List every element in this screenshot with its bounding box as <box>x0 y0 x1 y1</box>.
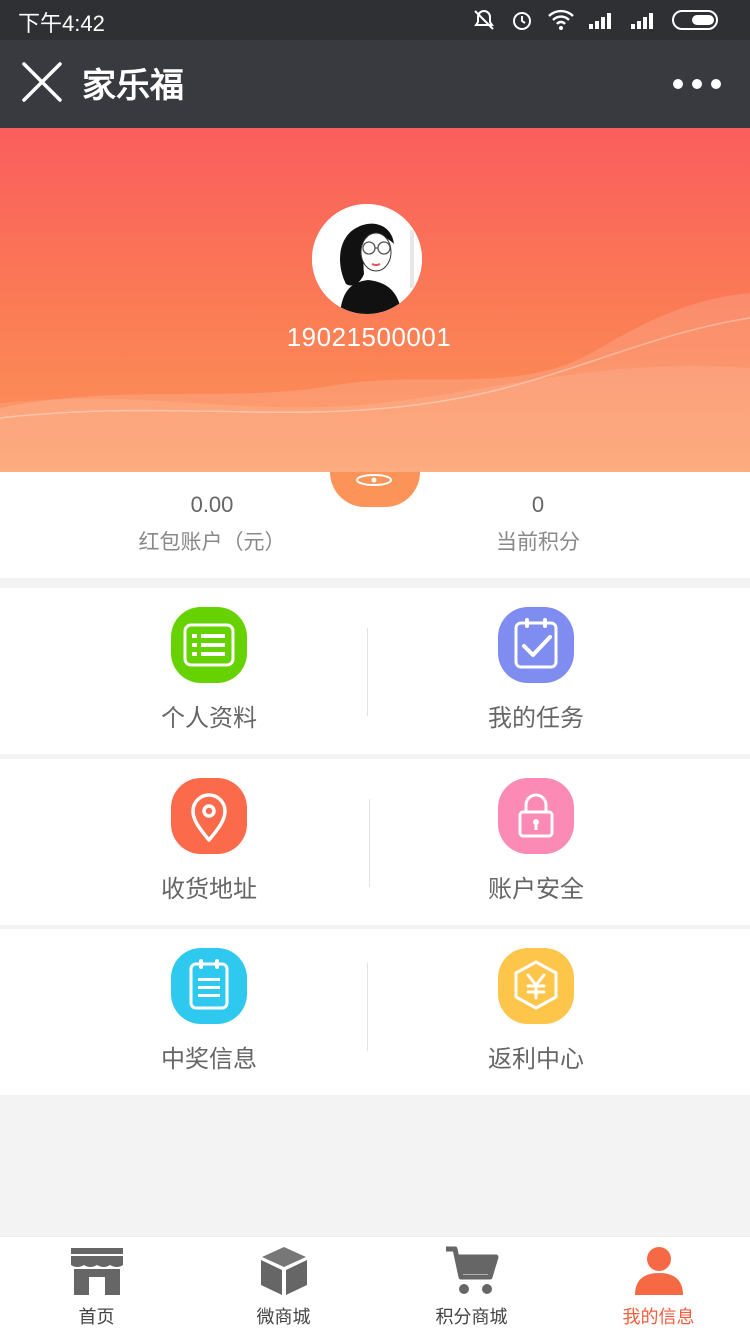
status-icons <box>472 8 722 32</box>
avatar[interactable] <box>312 204 422 314</box>
page-title: 家乐福 <box>82 66 184 106</box>
menu-item-label: 中奖信息 <box>161 1045 257 1073</box>
nav-bar: 家乐福 <box>0 40 750 128</box>
tab-label: 微商城 <box>256 1307 311 1328</box>
location-pin-icon <box>171 778 247 854</box>
mute-icon <box>474 9 494 30</box>
menu-row: 收货地址 账户安全 <box>0 759 750 925</box>
menu-item-rebate[interactable]: 返利中心 <box>349 929 723 1095</box>
store-icon <box>70 1248 123 1295</box>
status-bar: 下午4:42 <box>0 0 750 40</box>
menu-item-tasks[interactable]: 我的任务 <box>349 588 723 754</box>
battery-icon <box>672 10 718 30</box>
menu-item-label: 收货地址 <box>161 875 257 903</box>
menu-item-label: 账户安全 <box>488 875 584 903</box>
tab-my-info[interactable]: 我的信息 <box>565 1237 750 1334</box>
red-packet-value: 0.00 <box>190 492 234 517</box>
menu-item-profile[interactable]: 个人资料 <box>22 588 396 754</box>
tab-home[interactable]: 首页 <box>3 1237 190 1334</box>
task-check-icon <box>498 607 574 683</box>
alarm-icon <box>513 12 531 30</box>
profile-header: 19021500001 <box>0 128 750 472</box>
menu-row: 个人资料 我的任务 <box>0 588 750 754</box>
tab-label: 我的信息 <box>622 1307 695 1328</box>
profile-list-icon <box>171 607 247 683</box>
tab-micro-mall[interactable]: 微商城 <box>190 1237 377 1334</box>
toggle-visibility-button[interactable] <box>330 472 420 507</box>
notepad-icon <box>171 948 247 1024</box>
menu-item-label: 我的任务 <box>488 704 584 732</box>
menu-item-label: 个人资料 <box>161 704 257 732</box>
tab-label: 积分商城 <box>435 1307 508 1328</box>
close-icon[interactable] <box>20 60 64 104</box>
menu-item-address[interactable]: 收货地址 <box>22 759 396 925</box>
signal-icon <box>589 13 611 29</box>
menu-item-prize-info[interactable]: 中奖信息 <box>22 929 396 1095</box>
menu-item-security[interactable]: 账户安全 <box>349 759 723 925</box>
wifi-icon <box>548 9 574 30</box>
tab-label: 首页 <box>78 1307 115 1328</box>
points-value: 0 <box>531 492 545 517</box>
lock-icon <box>498 778 574 854</box>
status-time: 下午4:42 <box>18 11 105 36</box>
red-packet-account[interactable]: 0.00 红包账户（元） <box>82 492 342 556</box>
eye-icon <box>356 474 392 486</box>
menu-row: 中奖信息 返利中心 <box>0 929 750 1095</box>
points-account[interactable]: 0 当前积分 <box>408 492 668 556</box>
menu-item-label: 返利中心 <box>488 1045 584 1073</box>
tab-points-mall[interactable]: 积分商城 <box>378 1237 565 1334</box>
yuan-hexagon-icon <box>498 948 574 1024</box>
user-icon <box>634 1247 683 1295</box>
username: 19021500001 <box>286 322 452 352</box>
more-icon[interactable] <box>672 72 722 96</box>
tab-bar: 首页 微商城 积分商城 我的信息 <box>0 1236 750 1334</box>
red-packet-label: 红包账户（元） <box>138 530 286 554</box>
cart-icon <box>445 1246 498 1294</box>
signal-icon <box>631 13 653 29</box>
box-icon <box>260 1247 307 1295</box>
points-label: 当前积分 <box>496 530 580 554</box>
